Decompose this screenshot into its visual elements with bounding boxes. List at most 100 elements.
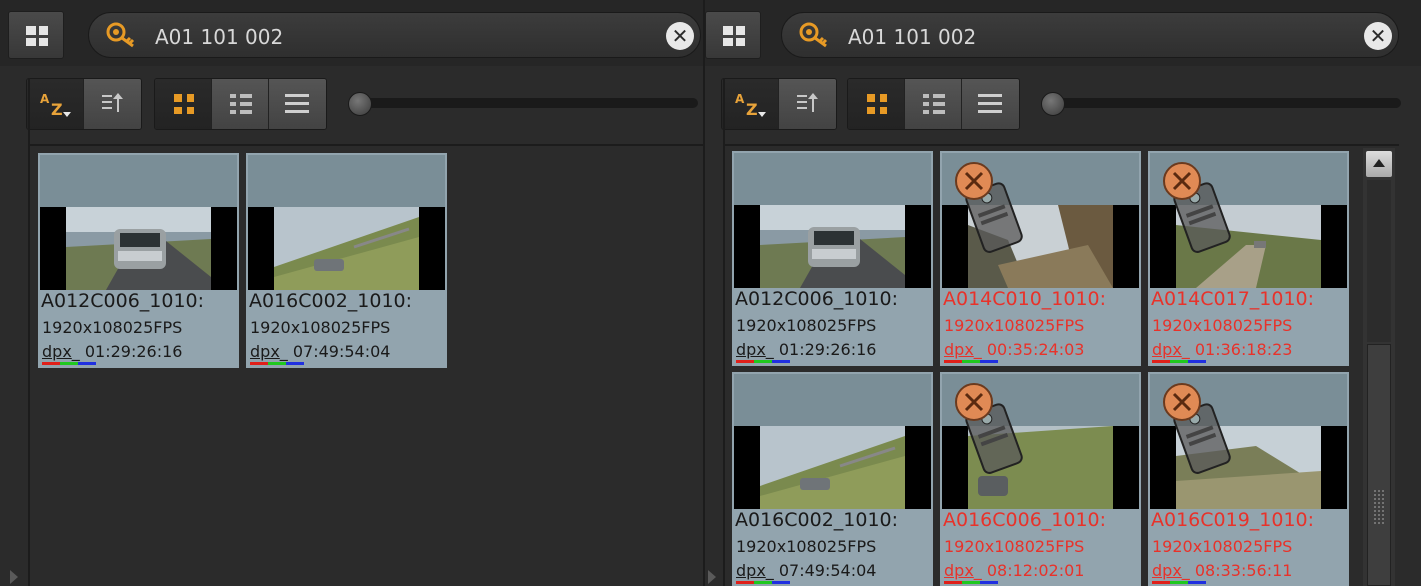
clip-thumbnail-card[interactable]: A014C010_1010: 1920x108025FPS dpx_ 00:35…: [940, 151, 1141, 366]
sort-alpha-z-label: Z: [746, 100, 758, 119]
right-thumbnail-view-button[interactable]: [848, 79, 905, 129]
left-expand-arrow-icon[interactable]: [10, 570, 18, 584]
clip-name: A012C006_1010:: [735, 288, 899, 310]
right-layout-button[interactable]: [705, 11, 761, 59]
clip-thumbnail-card[interactable]: A016C019_1010: 1920x108025FPS dpx_ 08:33…: [1148, 372, 1349, 586]
clip-format-timecode: dpx_ 08:12:02:01: [944, 561, 1085, 580]
clip-format-timecode: dpx_ 01:29:26:16: [42, 342, 183, 361]
clip-format-timecode: dpx_ 01:36:18:23: [1152, 340, 1293, 359]
right-toolbar: AZ: [721, 78, 1421, 130]
clip-thumbnail-card[interactable]: A016C006_1010: 1920x108025FPS dpx_ 08:12…: [940, 372, 1141, 586]
clip-resolution: 1920x108025FPS: [42, 318, 183, 337]
right-list-view-button[interactable]: [962, 79, 1019, 129]
sort-alpha-a-label: A: [40, 92, 50, 106]
slider-knob[interactable]: [1041, 92, 1065, 116]
clip-thumbnail[interactable]: [942, 153, 1139, 288]
clip-info: A012C006_1010: 1920x108025FPS dpx_ 01:29…: [734, 288, 931, 364]
clip-timecode: 00:35:24:03: [986, 340, 1085, 359]
rgb-channel-indicator: [736, 360, 790, 363]
left-view-group: [154, 78, 327, 130]
clip-name: A014C010_1010:: [943, 288, 1107, 310]
scroll-up-arrow-icon[interactable]: [1366, 151, 1392, 177]
list-view-icon: [978, 93, 1002, 115]
right-thumbnail-size-slider[interactable]: [1041, 92, 1401, 116]
left-clear-search-icon[interactable]: ✕: [666, 22, 694, 50]
detail-view-icon: [230, 93, 252, 115]
clip-thumbnail[interactable]: [1150, 153, 1347, 288]
clip-thumbnail-card[interactable]: A014C017_1010: 1920x108025FPS dpx_ 01:36…: [1148, 151, 1349, 366]
clip-thumbnail[interactable]: [248, 155, 445, 290]
right-clear-search-icon[interactable]: ✕: [1364, 22, 1392, 50]
rgb-channel-indicator: [1152, 581, 1206, 584]
clip-timecode: 01:36:18:23: [1194, 340, 1293, 359]
sort-alpha-icon: AZ: [40, 92, 71, 119]
right-panel-inner-border: [723, 78, 725, 586]
rgb-channel-indicator: [1152, 360, 1206, 363]
clip-frame: [734, 205, 931, 288]
slider-track[interactable]: [362, 98, 698, 108]
right-expand-arrow-icon[interactable]: [708, 570, 716, 584]
clip-thumbnail[interactable]: [40, 155, 237, 290]
left-sort-order-button[interactable]: [84, 79, 141, 129]
left-search-field[interactable]: A01 101 002 ✕: [88, 12, 701, 58]
clip-thumbnail[interactable]: [942, 374, 1139, 509]
left-divider: [28, 144, 703, 146]
clip-thumbnail[interactable]: [734, 374, 931, 509]
layout-grid-icon: [26, 26, 48, 46]
clip-frame-image: [274, 207, 419, 290]
right-scrollbar[interactable]: [1363, 148, 1395, 586]
clip-timecode: 01:29:26:16: [778, 340, 877, 359]
clip-thumbnail-card[interactable]: A016C002_1010: 1920x108025FPS dpx_ 07:49…: [732, 372, 933, 586]
clip-format-timecode: dpx_ 00:35:24:03: [944, 340, 1085, 359]
clip-format: dpx: [736, 561, 766, 580]
clip-thumbnail[interactable]: [1150, 374, 1347, 509]
key-search-icon: [106, 22, 135, 48]
left-search-text[interactable]: A01 101 002: [155, 25, 283, 49]
left-thumbnail-size-slider[interactable]: [348, 92, 698, 116]
left-topbar: A01 101 002 ✕: [0, 0, 705, 66]
clip-name: A016C019_1010:: [1151, 509, 1315, 531]
rgb-channel-indicator: [250, 362, 304, 365]
right-sort-order-button[interactable]: [779, 79, 836, 129]
clip-info: A016C002_1010: 1920x108025FPS dpx_ 07:49…: [734, 509, 931, 585]
clip-name: A016C006_1010:: [943, 509, 1107, 531]
clip-resolution: 1920x108025FPS: [736, 537, 877, 556]
clip-timecode: 01:29:26:16: [84, 342, 183, 361]
clip-format-timecode: dpx_ 07:49:54:04: [736, 561, 877, 580]
slider-knob[interactable]: [348, 92, 372, 116]
left-sort-alpha-button[interactable]: AZ: [27, 79, 84, 129]
rgb-channel-indicator: [944, 360, 998, 363]
sort-alpha-a-label: A: [735, 92, 745, 106]
clip-frame: [40, 207, 237, 290]
clip-format: dpx: [944, 340, 974, 359]
clip-timecode: 08:33:56:11: [1194, 561, 1293, 580]
left-layout-button[interactable]: [8, 11, 64, 59]
thumbnail-view-icon: [867, 94, 887, 114]
clip-format-timecode: dpx_ 07:49:54:04: [250, 342, 391, 361]
left-detail-view-button[interactable]: [212, 79, 269, 129]
right-sort-alpha-button[interactable]: AZ: [722, 79, 779, 129]
right-search-field[interactable]: A01 101 002 ✕: [781, 12, 1399, 58]
clip-info: A016C006_1010: 1920x108025FPS dpx_ 08:12…: [942, 509, 1139, 585]
layout-grid-icon: [723, 26, 745, 46]
clip-info: A012C006_1010: 1920x108025FPS dpx_ 01:29…: [40, 290, 237, 366]
right-search-text[interactable]: A01 101 002: [848, 25, 976, 49]
clip-name: A016C002_1010:: [735, 509, 899, 531]
clip-thumbnail-card[interactable]: A016C002_1010: 1920x108025FPS dpx_ 07:49…: [246, 153, 447, 368]
clip-frame-image: [66, 207, 211, 290]
clip-thumbnail-card[interactable]: A012C006_1010: 1920x108025FPS dpx_ 01:29…: [38, 153, 239, 368]
clip-thumbnail[interactable]: [734, 153, 931, 288]
clip-resolution: 1920x108025FPS: [736, 316, 877, 335]
left-thumbnail-view-button[interactable]: [155, 79, 212, 129]
right-detail-view-button[interactable]: [905, 79, 962, 129]
list-view-icon: [285, 93, 309, 115]
clip-thumbnail-card[interactable]: A012C006_1010: 1920x108025FPS dpx_ 01:29…: [732, 151, 933, 366]
scrollbar-track[interactable]: [1367, 180, 1391, 342]
offline-badge-icon: [955, 162, 1023, 253]
slider-track[interactable]: [1055, 98, 1401, 108]
left-list-view-button[interactable]: [269, 79, 326, 129]
scrollbar-thumb[interactable]: [1367, 344, 1391, 586]
clip-name: A016C002_1010:: [249, 290, 413, 312]
offline-badge-icon: [1163, 162, 1231, 253]
sort-order-icon: [797, 93, 819, 113]
